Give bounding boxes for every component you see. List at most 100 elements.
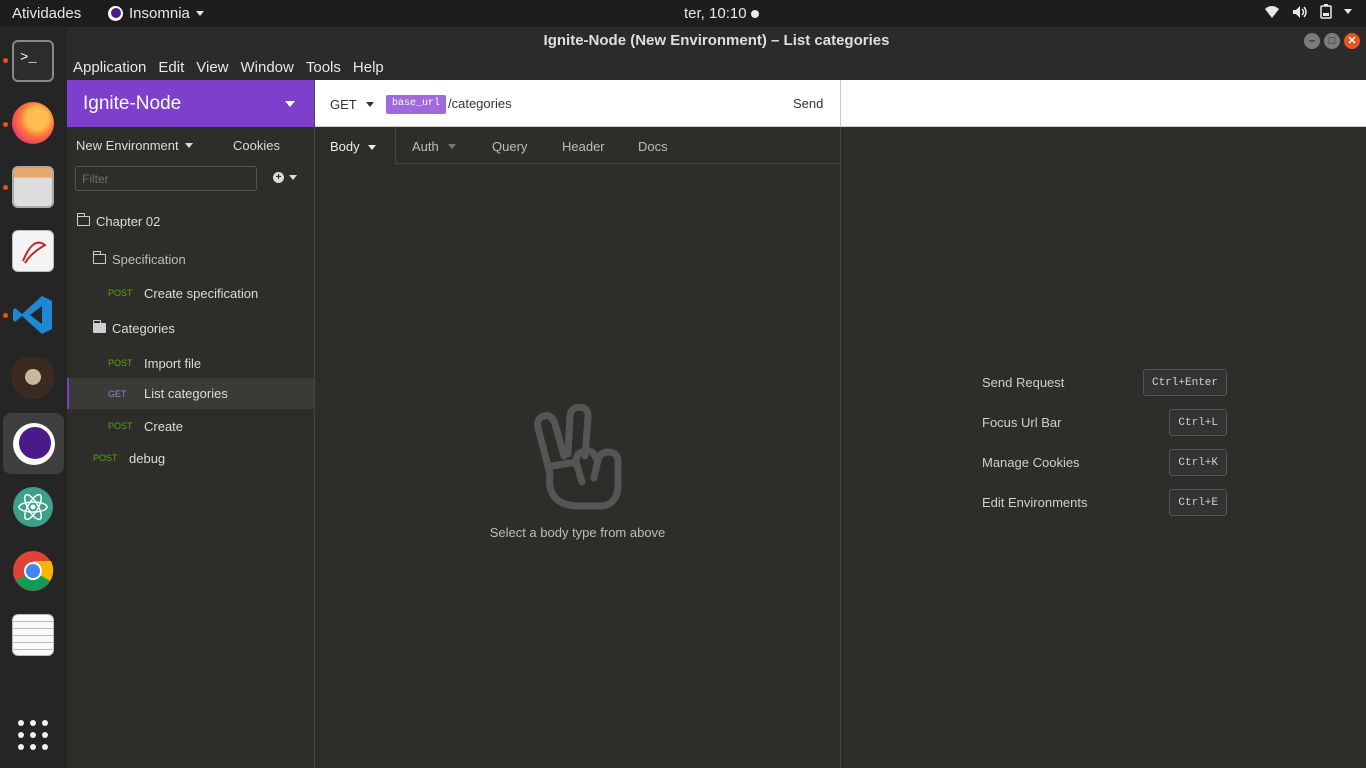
- tab-label: Query: [492, 139, 528, 154]
- atom-launcher[interactable]: [9, 483, 57, 531]
- battery-icon: [1320, 4, 1332, 19]
- chevron-down-icon: [448, 144, 457, 149]
- shortcut-label: Send Request: [982, 375, 1065, 390]
- send-button[interactable]: Send: [793, 96, 823, 111]
- request-label: Import file: [144, 355, 202, 371]
- recording-dot-icon: [750, 9, 759, 18]
- firefox-icon: [12, 102, 54, 144]
- workspace-dropdown[interactable]: Ignite-Node: [67, 80, 314, 127]
- environment-name: New Environment: [76, 138, 179, 153]
- method-badge: POST: [108, 288, 133, 298]
- app-menu[interactable]: Insomnia: [108, 5, 204, 22]
- app-menu-label: Insomnia: [129, 5, 190, 22]
- method-badge: POST: [108, 358, 133, 368]
- document-viewer-icon: [12, 230, 54, 272]
- tab-label: Header: [562, 139, 605, 154]
- chevron-down-icon: [289, 175, 297, 180]
- method-dropdown[interactable]: GET: [330, 97, 374, 112]
- menu-help[interactable]: Help: [347, 55, 390, 80]
- menu-tools[interactable]: Tools: [300, 55, 347, 80]
- clock[interactable]: ter, 10:10: [684, 5, 759, 22]
- volume-icon: [1293, 5, 1307, 18]
- tab-docs[interactable]: Docs: [638, 139, 668, 154]
- filter-input[interactable]: [75, 166, 257, 191]
- request-list-categories[interactable]: GET List categories: [67, 378, 314, 409]
- folder-specification[interactable]: Specification: [93, 250, 340, 268]
- request-label: debug: [129, 450, 166, 466]
- env-variable-tag[interactable]: base_url: [386, 95, 447, 114]
- show-apps-launcher[interactable]: [9, 711, 57, 759]
- window-controls: – □ ✕: [1304, 33, 1360, 49]
- tab-header[interactable]: Header: [562, 139, 605, 154]
- window-title-bar[interactable]: Ignite-Node (New Environment) – List cat…: [67, 27, 1366, 55]
- method-badge: POST: [108, 421, 133, 431]
- environment-dropdown[interactable]: New Environment: [76, 138, 193, 153]
- terminal-icon: >_: [12, 40, 54, 82]
- document-viewer-launcher[interactable]: [9, 227, 57, 275]
- shortcut-label: Manage Cookies: [982, 455, 1080, 470]
- files-launcher[interactable]: [9, 163, 57, 211]
- firefox-launcher[interactable]: [9, 99, 57, 147]
- shortcut-label: Focus Url Bar: [982, 415, 1062, 430]
- request-label: List categories: [144, 386, 228, 401]
- chrome-launcher[interactable]: [9, 547, 57, 595]
- request-label: Create: [144, 418, 184, 434]
- text-editor-launcher[interactable]: [9, 611, 57, 659]
- method-label: GET: [330, 97, 357, 112]
- activities-button[interactable]: Atividades: [12, 5, 81, 22]
- url-bar: GET base_url /categories Send: [315, 80, 840, 127]
- request-tabs: Body Auth Query Header Docs: [315, 127, 840, 165]
- environment-row: New Environment Cookies: [67, 127, 314, 163]
- shortcut-key: Ctrl+L: [1169, 409, 1227, 436]
- system-tray[interactable]: [1264, 4, 1352, 19]
- apps-grid-icon: [18, 720, 48, 750]
- shortcut-key: Ctrl+E: [1169, 489, 1227, 516]
- running-indicator: [3, 313, 8, 318]
- request-label: Create specification: [144, 285, 259, 301]
- add-item-button[interactable]: +: [273, 172, 297, 183]
- chrome-icon: [13, 551, 54, 591]
- running-indicator: [3, 58, 8, 63]
- menu-edit[interactable]: Edit: [152, 55, 190, 80]
- running-indicator: [3, 185, 8, 190]
- shortcut-key: Ctrl+K: [1169, 449, 1227, 476]
- menu-window[interactable]: Window: [235, 55, 300, 80]
- tab-body[interactable]: Body: [315, 127, 396, 165]
- tab-label: Auth: [412, 139, 439, 154]
- insomnia-launcher[interactable]: [3, 413, 64, 474]
- maximize-icon[interactable]: □: [1324, 33, 1340, 49]
- atom-icon: [13, 487, 53, 527]
- menu-application[interactable]: Application: [67, 55, 152, 80]
- method-badge: GET: [108, 388, 127, 399]
- system-menu-chevron-icon: [1344, 9, 1352, 14]
- workspace-name: Ignite-Node: [83, 93, 182, 114]
- response-status-bar: [840, 80, 1366, 127]
- chevron-down-icon: [367, 145, 376, 150]
- dock: >_: [0, 27, 67, 768]
- chevron-down-icon: [184, 143, 193, 148]
- shortcut-label: Edit Environments: [982, 495, 1088, 510]
- menu-view[interactable]: View: [190, 55, 234, 80]
- request-debug[interactable]: POST debug: [93, 449, 340, 467]
- tab-auth[interactable]: Auth: [412, 139, 457, 154]
- running-indicator: [3, 122, 8, 127]
- vscode-icon: [13, 296, 52, 334]
- chevron-down-icon: [285, 101, 295, 107]
- shortcut-key: Ctrl+Enter: [1142, 369, 1227, 396]
- tab-query[interactable]: Query: [492, 139, 527, 154]
- insomnia-app-icon: [12, 422, 55, 465]
- minimize-icon[interactable]: –: [1304, 33, 1320, 49]
- wifi-icon: [1265, 5, 1279, 18]
- files-icon: [12, 166, 54, 208]
- empty-body-hint: Select a body type from above: [489, 525, 666, 540]
- close-icon[interactable]: ✕: [1344, 33, 1360, 49]
- url-path-input[interactable]: /categories: [448, 96, 512, 111]
- folder-categories[interactable]: Categories: [93, 319, 340, 337]
- folder-open-icon: [93, 251, 106, 264]
- vscode-launcher[interactable]: [9, 291, 57, 339]
- request-pane: Body Auth Query Header Docs Select a bod…: [315, 127, 840, 768]
- beekeeper-launcher[interactable]: [9, 355, 57, 403]
- folder-chapter-02[interactable]: Chapter 02: [77, 212, 324, 230]
- terminal-launcher[interactable]: >_: [9, 37, 57, 85]
- cookies-button[interactable]: Cookies: [233, 138, 280, 153]
